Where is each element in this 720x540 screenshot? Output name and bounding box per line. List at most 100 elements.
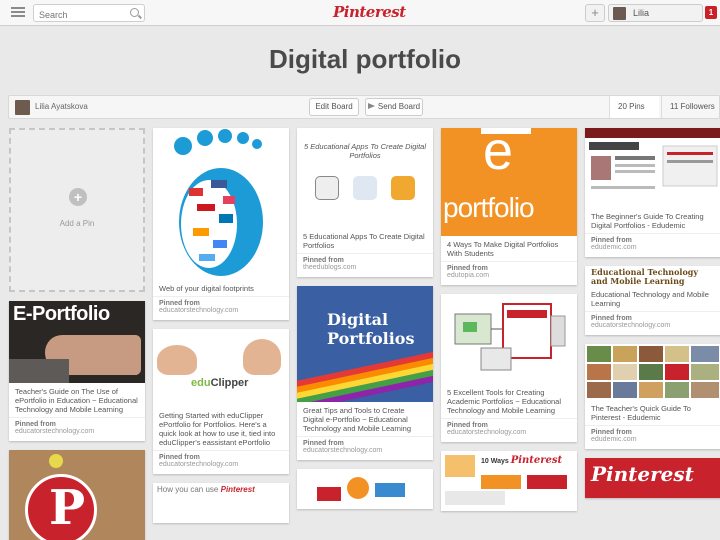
pin-card[interactable]: How you can use Pinterest	[153, 483, 289, 523]
pin-description: 4 Ways To Make Digital Portfolios With S…	[441, 236, 577, 262]
pin-card[interactable]: Pinterest	[585, 458, 720, 498]
pin-card[interactable]: 5 Excellent Tools for Creating Academic …	[441, 294, 577, 442]
educlipper-logo: eduClipper	[191, 377, 249, 389]
pin-image[interactable]: e portfolio	[441, 128, 577, 236]
pin-image-title: How you can use Pinterest	[153, 483, 289, 497]
pin-source: Pinned from educatorstechnology.com	[153, 297, 289, 320]
add-button[interactable]: +	[585, 4, 605, 22]
pin-source-link[interactable]: edudemic.com	[591, 436, 715, 443]
pin-description: Getting Started with eduClipper ePortfol…	[153, 407, 289, 451]
avatar	[613, 7, 626, 20]
pin-card[interactable]: 10 Ways Pinterest	[441, 451, 577, 511]
pin-image-letter: P	[49, 480, 86, 536]
pin-card[interactable]: Educational Technology and Mobile Learni…	[585, 266, 720, 335]
pin-image[interactable]: How you can use Pinterest	[153, 483, 289, 523]
pin-description: 5 Excellent Tools for Creating Academic …	[441, 384, 577, 419]
infographic-image	[445, 455, 567, 505]
pin-column-4: e portfolio 4 Ways To Make Digital Portf…	[441, 128, 577, 520]
pin-description: Great Tips and Tools to Create Digital e…	[297, 402, 433, 437]
pin-column-3: 5 Educational Apps To Create Digital Por…	[297, 128, 433, 518]
add-pin-card[interactable]: + Add a Pin	[9, 128, 145, 292]
pin-source-link[interactable]: educatorstechnology.com	[159, 461, 283, 468]
pin-image[interactable]: 10 Ways Pinterest	[441, 451, 577, 511]
pin-card[interactable]: The Teacher's Quick Guide To Pinterest -…	[585, 344, 720, 449]
app-icon	[353, 176, 377, 200]
pin-image-title: portfolio	[443, 192, 535, 223]
pin-card[interactable]: eduClipper Getting Started with eduClipp…	[153, 329, 289, 474]
pins-count-tab[interactable]: 20 Pins	[609, 96, 659, 118]
pushpin-icon	[49, 454, 63, 468]
hand-image	[157, 345, 197, 375]
pin-image[interactable]	[585, 344, 720, 400]
pinned-from-label: Pinned from	[591, 429, 632, 436]
pin-card[interactable]: Digital Portfolios Great Tips and Tools t…	[297, 286, 433, 460]
pin-card[interactable]: 5 Educational Apps To Create Digital Por…	[297, 128, 433, 277]
pin-description: 5 Educational Apps To Create Digital Por…	[297, 228, 433, 254]
user-menu-button[interactable]: Lilia	[608, 4, 703, 22]
search-box[interactable]	[33, 4, 145, 23]
pin-image[interactable]: Pinterest	[585, 458, 720, 498]
pin-source-link[interactable]: edutopia.com	[447, 272, 571, 279]
pin-column-1: + Add a Pin E-Portfolio Teacher's Guide …	[9, 128, 145, 540]
pinned-from-label: Pinned from	[159, 454, 200, 461]
pinned-from-label: Pinned from	[447, 265, 488, 272]
pin-image[interactable]	[153, 128, 289, 280]
infographic-image	[317, 477, 405, 501]
page-title: Digital portfolio	[268, 44, 462, 74]
board-toolbar: Lilia Ayatskova Edit Board Send Board 20…	[8, 95, 720, 119]
pin-source-link[interactable]: theedublogs.com	[303, 264, 427, 271]
website-screenshot-image	[585, 128, 720, 189]
pinned-from-label: Pinned from	[159, 300, 200, 307]
send-board-label: Send Board	[377, 102, 421, 111]
pin-source-link[interactable]: edudemic.com	[591, 244, 715, 251]
owner-name[interactable]: Lilia Ayatskova	[35, 102, 88, 111]
hand-image	[243, 339, 281, 375]
search-icon[interactable]	[130, 8, 139, 17]
pin-image[interactable]: eduClipper	[153, 329, 289, 407]
pin-card[interactable]: The Beginner's Guide To Creating Digital…	[585, 128, 720, 257]
pin-image[interactable]	[297, 469, 433, 509]
pin-image[interactable]: E-Portfolio	[9, 301, 145, 383]
pin-image-title: Pinterest	[591, 462, 694, 486]
app-icon	[391, 176, 415, 200]
pin-image[interactable]	[585, 128, 720, 208]
user-name: Lilia	[633, 8, 650, 18]
pin-source-link[interactable]: educatorstechnology.com	[159, 307, 283, 314]
pin-column-5: The Beginner's Guide To Creating Digital…	[585, 128, 720, 507]
pin-column-2: Web of your digital footprints Pinned fr…	[153, 128, 289, 532]
search-input[interactable]	[34, 7, 122, 23]
owner-avatar[interactable]	[15, 100, 30, 115]
pin-image[interactable]: P	[9, 450, 145, 540]
pin-source: Pinned from edutopia.com	[441, 262, 577, 285]
pin-image[interactable]: Digital Portfolios	[297, 286, 433, 402]
pin-card[interactable]: E-Portfolio Teacher's Guide on The Use o…	[9, 301, 145, 441]
pin-source-link[interactable]: educatorstechnology.com	[15, 428, 139, 435]
pin-image[interactable]: 5 Educational Apps To Create Digital Por…	[297, 128, 433, 228]
pinterest-logo[interactable]: Pinterest	[333, 3, 406, 21]
followers-count-tab[interactable]: 11 Followers	[661, 96, 720, 118]
pinned-from-label: Pinned from	[447, 422, 488, 429]
pin-source-link[interactable]: educatorstechnology.com	[303, 447, 427, 454]
pin-source-link[interactable]: educatorstechnology.com	[447, 429, 571, 436]
pin-image-title: Digital Portfolios	[327, 310, 415, 348]
collage-image	[587, 346, 719, 398]
pin-card[interactable]: Web of your digital footprints Pinned fr…	[153, 128, 289, 320]
keyboard-image	[9, 359, 69, 383]
edit-board-button[interactable]: Edit Board	[309, 98, 359, 116]
pin-source: Pinned from educatorstechnology.com	[9, 418, 145, 441]
pin-source: Pinned from educatorstechnology.com	[585, 312, 720, 335]
pin-card[interactable]: e portfolio 4 Ways To Make Digital Portf…	[441, 128, 577, 285]
notification-badge[interactable]: 1	[705, 6, 717, 19]
pin-description: Web of your digital footprints	[153, 280, 289, 297]
portfolio-tools-image	[454, 303, 566, 371]
pinned-from-label: Pinned from	[303, 257, 344, 264]
pin-source: Pinned from theedublogs.com	[297, 254, 433, 277]
pin-card[interactable]: P	[9, 450, 145, 540]
menu-icon[interactable]	[8, 5, 28, 21]
pin-image[interactable]	[441, 294, 577, 384]
pin-image-title: E-Portfolio	[13, 303, 110, 325]
pin-source-link[interactable]: educatorstechnology.com	[591, 322, 715, 329]
footprint-image	[174, 129, 263, 276]
send-board-button[interactable]: Send Board	[365, 98, 423, 116]
pin-card[interactable]	[297, 469, 433, 509]
